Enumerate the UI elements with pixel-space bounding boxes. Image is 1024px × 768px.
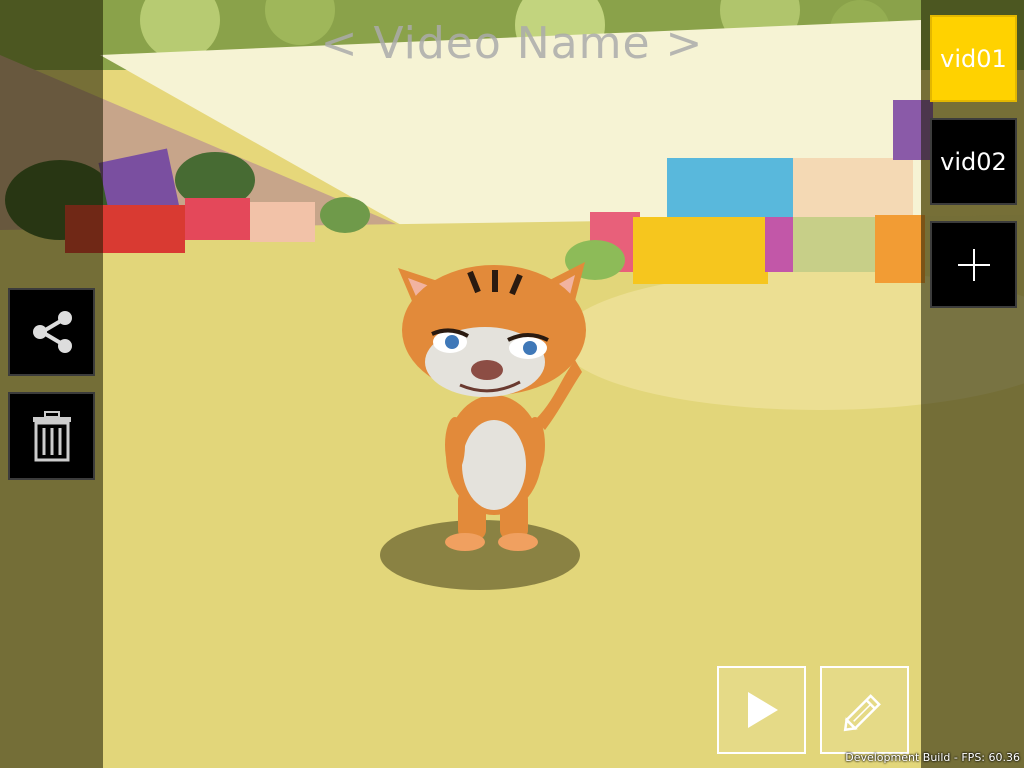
play-button[interactable]: [717, 666, 806, 754]
video-name-title[interactable]: < Video Name >: [0, 18, 1024, 69]
video-slot-vid02[interactable]: vid02: [930, 118, 1017, 205]
toy-block: [667, 158, 797, 218]
video-slot-label: vid01: [940, 44, 1007, 73]
toy-block: [250, 202, 315, 242]
game-scene: [0, 0, 1024, 768]
toy-block: [185, 198, 250, 240]
toy-block: [793, 158, 913, 218]
play-icon: [747, 692, 778, 728]
video-slot-vid01[interactable]: vid01: [930, 15, 1017, 102]
share-button[interactable]: [8, 288, 95, 376]
pencil-icon: [843, 694, 881, 732]
add-video-button[interactable]: [930, 221, 1017, 308]
toy-block: [633, 217, 768, 284]
toy-block: [875, 215, 925, 283]
fps-counter: Development Build - FPS: 60.36: [845, 751, 1020, 764]
share-icon: [32, 311, 72, 353]
plus-icon: [957, 248, 990, 281]
left-panel: [0, 0, 103, 768]
trash-icon: [32, 411, 71, 462]
delete-button[interactable]: [8, 392, 95, 480]
toy-block: [793, 217, 888, 272]
edit-button[interactable]: [820, 666, 909, 754]
toy-block: [765, 217, 795, 272]
video-slot-label: vid02: [940, 147, 1007, 176]
right-panel: [921, 0, 1024, 768]
